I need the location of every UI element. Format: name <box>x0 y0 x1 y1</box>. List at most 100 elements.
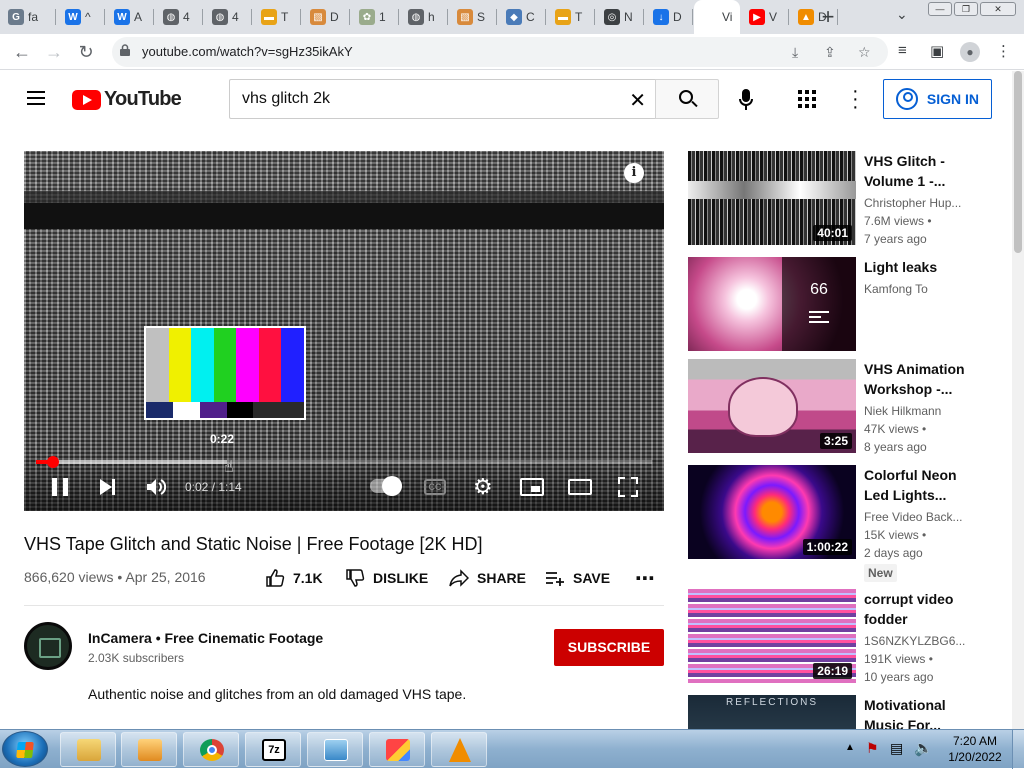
taskbar-clock[interactable]: 7:20 AM 1/20/2022 <box>940 733 1010 765</box>
browser-tab[interactable]: Gfa <box>0 0 56 34</box>
info-icon[interactable]: i <box>624 163 644 183</box>
close-window-button[interactable]: ✕ <box>980 2 1016 16</box>
microphone-icon[interactable] <box>739 89 753 111</box>
video-thumbnail[interactable]: 1:00:22 <box>688 465 856 559</box>
recommendation-title[interactable]: Colorful Neon Led Lights... <box>864 465 984 505</box>
next-video-icon[interactable] <box>100 479 115 495</box>
scrollbar-thumb[interactable] <box>1014 71 1022 253</box>
action-center-icon[interactable]: ⚑ <box>866 740 879 757</box>
browser-tab[interactable]: ▶ V <box>741 0 789 34</box>
video-thumbnail[interactable]: 40:01 <box>688 151 856 245</box>
progress-bar[interactable] <box>36 456 652 468</box>
recommendation-age: 2 days ago <box>864 546 923 560</box>
show-desktop-button[interactable] <box>1012 730 1024 769</box>
share-icon[interactable]: ⇪ <box>824 44 836 61</box>
recommendation-views: 191K views • <box>864 652 933 666</box>
browser-tab[interactable]: ▬ T <box>547 0 595 34</box>
save-button[interactable]: SAVE <box>545 568 610 588</box>
hamburger-menu-icon[interactable] <box>27 91 45 105</box>
settings-more-icon[interactable]: · · · <box>852 81 859 117</box>
new-tab-button[interactable]: + <box>816 4 840 30</box>
show-hidden-icons-icon[interactable]: ▲ <box>845 742 855 753</box>
control-panel-taskbar-button[interactable] <box>307 732 363 767</box>
video-thumbnail[interactable]: 26:19 <box>688 589 856 683</box>
recommendation-title[interactable]: VHS Glitch - Volume 1 -... <box>864 151 984 191</box>
paint-taskbar-button[interactable] <box>369 732 425 767</box>
youtube-logo[interactable]: YouTube <box>72 88 182 111</box>
channel-avatar[interactable] <box>24 622 72 670</box>
tab-active[interactable]: Vi ✕ <box>694 0 740 34</box>
recommendation-title[interactable]: VHS Animation Workshop -... <box>864 359 984 399</box>
sign-in-button[interactable]: SIGN IN <box>883 79 992 119</box>
vlc-taskbar-button[interactable] <box>431 732 487 767</box>
browser-menu-icon[interactable]: ⋮ <box>996 42 1011 60</box>
chrome-taskbar-button[interactable] <box>183 732 239 767</box>
volume-tray-icon[interactable]: 🔈 <box>914 739 933 757</box>
page-scrollbar[interactable] <box>1012 71 1024 729</box>
7zip-taskbar-button[interactable]: 7z <box>245 732 301 767</box>
apps-grid-icon[interactable] <box>798 90 816 108</box>
subtitles-icon[interactable]: CC <box>424 479 446 495</box>
minimize-button[interactable]: — <box>928 2 952 16</box>
browser-tab[interactable]: ◆ C <box>498 0 546 34</box>
address-bar[interactable]: youtube.com/watch?v=sgHz35ikAkY ⤓ ⇪ ☆ <box>112 37 888 67</box>
back-arrow-icon[interactable]: ← <box>10 40 34 64</box>
side-panel-icon[interactable]: ▣ <box>930 42 944 60</box>
bookmark-star-icon[interactable]: ☆ <box>858 44 871 61</box>
recommendation-channel[interactable]: 1S6NZKYLZBG6... <box>864 634 984 648</box>
like-button[interactable]: 7.1K <box>265 568 323 588</box>
media-player-taskbar-button[interactable] <box>121 732 177 767</box>
media-control-icon[interactable]: ≡ <box>898 42 907 59</box>
profile-avatar-icon[interactable]: ● <box>960 42 980 62</box>
recommendation-title[interactable]: Motivational Music For... <box>864 695 984 729</box>
tab-search-chevron-icon[interactable]: ⌄ <box>896 6 908 23</box>
scrubber-handle[interactable] <box>46 456 59 468</box>
subscribe-button[interactable]: SUBSCRIBE <box>554 629 664 666</box>
recommendation-channel[interactable]: Christopher Hup... <box>864 196 984 210</box>
video-thumbnail[interactable]: REFLECTIONS <box>688 695 856 729</box>
video-thumbnail[interactable]: 3:25 <box>688 359 856 453</box>
browser-tab[interactable]: ▧ S <box>449 0 497 34</box>
share-button[interactable]: SHARE <box>449 568 526 588</box>
maximize-button[interactable]: ❐ <box>954 2 978 16</box>
browser-tab[interactable]: ▬ T <box>253 0 301 34</box>
recommendation-title[interactable]: corrupt video fodder <box>864 589 984 629</box>
dislike-button[interactable]: DISLIKE <box>345 568 428 588</box>
recommendation-channel[interactable]: Niek Hilkmann <box>864 404 984 418</box>
search-input[interactable]: vhs glitch 2k ✕ <box>229 79 656 119</box>
recommendation-item[interactable]: REFLECTIONS Motivational Music For... <box>688 695 1008 729</box>
gear-icon[interactable]: ⚙ <box>473 476 493 498</box>
network-icon[interactable]: ▤ <box>890 740 903 757</box>
tab-favicon-icon: ▶ <box>749 9 765 25</box>
clear-search-icon[interactable]: ✕ <box>629 88 646 113</box>
start-button[interactable] <box>2 731 48 767</box>
video-player[interactable]: i 0:22 ☝ 0:02 / 1:14 CC ⚙ <box>24 151 664 511</box>
tab-close-icon[interactable]: ✕ <box>738 9 740 25</box>
browser-tab[interactable]: W ^ <box>57 0 105 34</box>
miniplayer-icon[interactable] <box>520 478 544 496</box>
fullscreen-icon[interactable] <box>618 477 638 497</box>
recommendation-channel[interactable]: Free Video Back... <box>864 510 984 524</box>
recommendation-channel[interactable]: Kamfong To <box>864 282 984 296</box>
recommendation-title[interactable]: Light leaks <box>864 257 984 277</box>
volume-icon[interactable] <box>146 478 166 496</box>
autoplay-toggle[interactable] <box>370 476 402 496</box>
browser-tab[interactable]: ◍ h <box>400 0 448 34</box>
install-icon[interactable]: ⤓ <box>792 44 798 61</box>
browser-tab[interactable]: WA <box>106 0 154 34</box>
search-button[interactable] <box>655 79 719 119</box>
reload-icon[interactable]: ↻ <box>74 40 98 64</box>
explorer-taskbar-button[interactable] <box>60 732 116 767</box>
browser-tab[interactable]: ◎ N <box>596 0 644 34</box>
pause-icon[interactable] <box>52 478 68 496</box>
browser-tab[interactable]: ✿ 1 <box>351 0 399 34</box>
browser-tab[interactable]: ↓ D <box>645 0 693 34</box>
forward-arrow-icon[interactable]: → <box>42 40 66 64</box>
browser-tab[interactable]: ▧ D <box>302 0 350 34</box>
more-actions-icon[interactable]: ⋯ <box>635 566 655 591</box>
browser-tab[interactable]: ◍ 4 <box>155 0 203 34</box>
channel-name[interactable]: InCamera • Free Cinematic Footage <box>88 630 323 646</box>
theater-mode-icon[interactable] <box>568 479 592 495</box>
playlist-thumbnail[interactable]: 66 <box>688 257 856 351</box>
browser-tab[interactable]: ◍ 4 <box>204 0 252 34</box>
